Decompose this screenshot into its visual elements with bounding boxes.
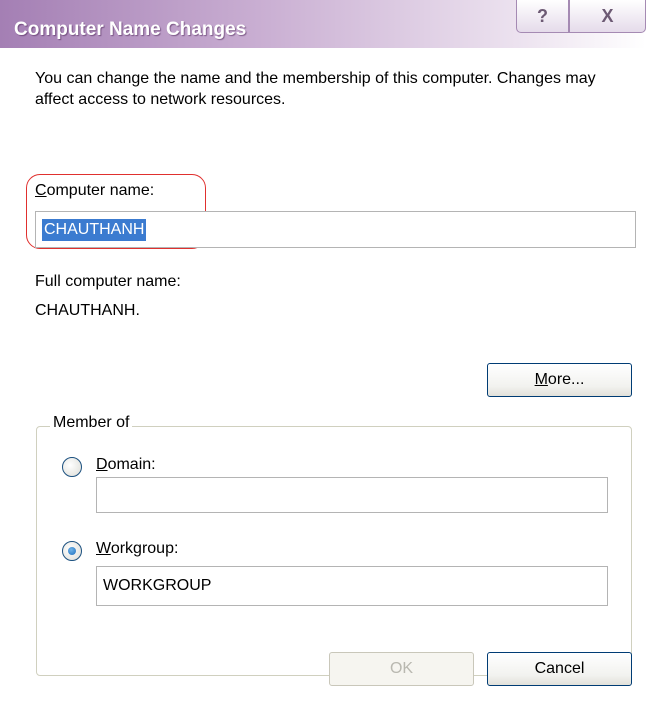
full-computer-name-value: CHAUTHANH. xyxy=(35,302,140,319)
workgroup-radio[interactable] xyxy=(62,541,82,561)
cancel-label: Cancel xyxy=(534,660,585,677)
member-of-title: Member of xyxy=(50,414,133,432)
more-button[interactable]: More... xyxy=(487,363,632,397)
computer-name-input[interactable]: CHAUTHANH xyxy=(35,211,636,248)
workgroup-label: Workgroup: xyxy=(96,540,179,557)
cancel-button[interactable]: Cancel xyxy=(487,652,632,686)
workgroup-input[interactable]: WORKGROUP xyxy=(96,566,608,606)
close-button[interactable]: X xyxy=(569,0,646,33)
help-button[interactable]: ? xyxy=(516,0,569,33)
close-icon: X xyxy=(601,5,614,26)
computer-name-changes-dialog: Computer Name Changes ? X You can change… xyxy=(0,0,646,706)
radio-selected-dot xyxy=(68,547,76,555)
description-text: You can change the name and the membersh… xyxy=(35,70,596,108)
help-icon: ? xyxy=(537,5,548,26)
ok-label: OK xyxy=(389,660,414,677)
domain-radio[interactable] xyxy=(62,457,82,477)
computer-name-label: Computer name: xyxy=(35,182,155,199)
ok-button[interactable]: OK xyxy=(329,652,474,686)
domain-input[interactable] xyxy=(96,477,608,513)
domain-label: Domain: xyxy=(96,456,156,473)
workgroup-value: WORKGROUP xyxy=(103,577,212,594)
computer-name-value: CHAUTHANH xyxy=(42,218,147,241)
window-title: Computer Name Changes xyxy=(14,19,247,40)
dialog-body: You can change the name and the membersh… xyxy=(0,48,646,706)
title-bar[interactable]: Computer Name Changes ? X xyxy=(0,0,646,48)
full-computer-name-label: Full computer name: xyxy=(35,273,181,290)
